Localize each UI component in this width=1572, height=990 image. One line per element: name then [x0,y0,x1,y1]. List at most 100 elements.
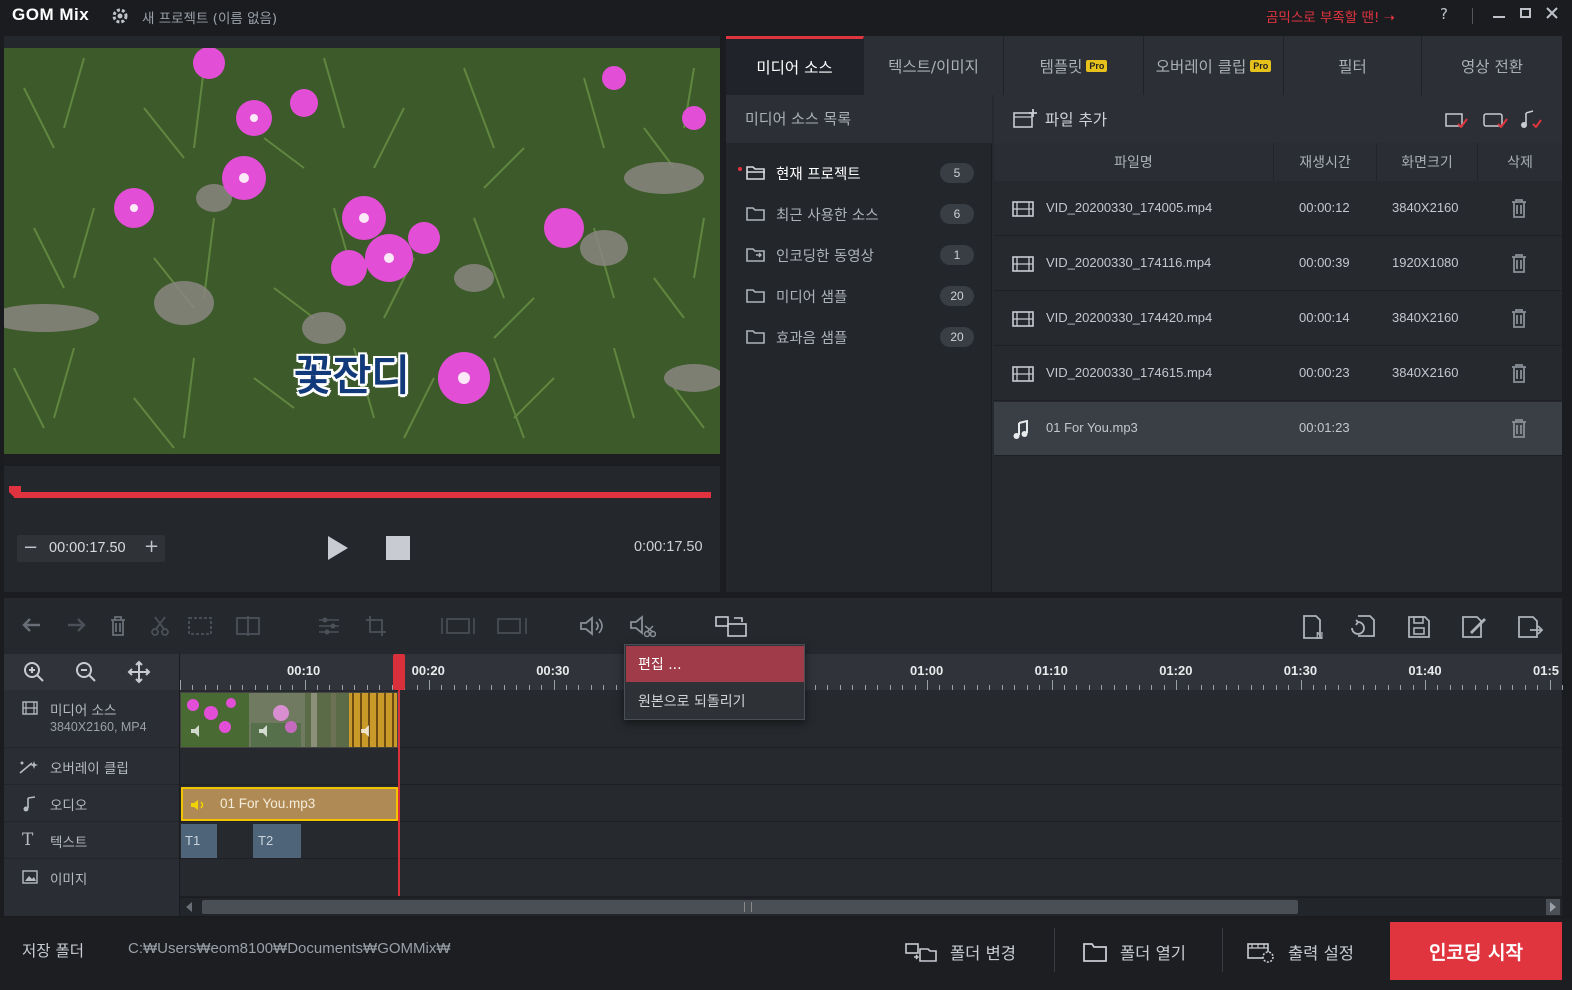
export-project-icon[interactable] [1516,614,1544,640]
column-filename[interactable]: 파일명 [994,143,1274,181]
file-row[interactable]: VID_20200330_174116.mp4 00:00:39 1920X1080 [994,237,1562,291]
menu-item-revert[interactable]: 원본으로 되돌리기 [626,683,804,719]
pro-badge: Pro [1086,59,1108,72]
scroll-left-icon[interactable] [184,901,194,913]
scroll-right-icon[interactable] [1546,899,1560,915]
track-overlay[interactable] [180,748,1562,785]
video-filter-icon[interactable] [1444,110,1468,130]
close-icon[interactable] [1544,5,1560,21]
maximize-icon[interactable] [1520,8,1531,18]
grip-icon [744,902,752,912]
file-duration: 00:00:23 [1299,365,1350,380]
column-duration[interactable]: 재생시간 [1274,143,1377,181]
adjust-icon[interactable] [316,614,342,638]
folder-current-project[interactable]: 현재 프로젝트 5 [740,157,980,189]
playhead[interactable] [398,654,400,896]
settings-gear-icon[interactable] [110,6,130,26]
promo-link[interactable]: 곰믹스로 부족할 땐! ➝ [1266,6,1395,26]
open-folder-button[interactable]: 폴더 열기 [1082,936,1186,968]
file-row[interactable]: VID_20200330_174005.mp4 00:00:12 3840X2160 [994,182,1562,236]
track-image[interactable] [180,859,1562,897]
tab-text-image[interactable]: 텍스트/이미지 [864,36,1004,95]
crop-icon[interactable] [364,614,390,638]
ruler-tick [927,680,928,690]
text-clip-t1[interactable]: T1 [181,824,217,858]
current-time[interactable]: 00:00:17.50 [49,540,126,556]
cut-icon[interactable] [148,614,172,638]
tab-label: 템플릿 [1039,57,1083,76]
file-name: VID_20200330_174615.mp4 [1046,365,1213,380]
column-resolution[interactable]: 화면크기 [1377,143,1478,181]
project-title: 새 프로젝트 (이름 없음) [142,11,278,27]
timeline-ruler[interactable]: 00:1000:2000:305001:0001:1001:2001:3001:… [180,654,1563,690]
video-file-icon [1012,310,1034,328]
track-label-audio: 오디오 [4,785,179,822]
trash-icon[interactable] [1510,363,1528,383]
track-text[interactable] [180,822,1562,859]
help-button[interactable]: ? [1440,5,1448,23]
film-icon [22,701,38,715]
trash-icon[interactable] [1510,308,1528,328]
folder-encoded-videos[interactable]: 인코딩한 동영상 1 [740,239,980,271]
media-clip-strip[interactable] [180,692,398,748]
seek-handle[interactable] [8,485,22,499]
save-as-icon[interactable] [1460,614,1488,640]
audio-edit-icon[interactable] [628,614,656,640]
trash-icon[interactable] [1510,198,1528,218]
add-file-button[interactable]: 파일 추가 [1045,108,1107,130]
delete-icon[interactable] [106,614,130,638]
time-minus-button[interactable]: − [23,537,38,558]
tab-template[interactable]: 템플릿 Pro [1004,36,1144,95]
zoom-in-icon[interactable] [22,660,46,684]
split-icon[interactable] [234,614,266,638]
encode-start-button[interactable]: 인코딩 시작 [1390,922,1562,980]
folder-label: 효과음 샘플 [776,331,848,347]
ruler-label: 01:20 [1159,663,1193,678]
file-row[interactable]: VID_20200330_174420.mp4 00:00:14 3840X2160 [994,292,1562,346]
video-file-icon [1012,255,1034,273]
ruler-label: 01:00 [910,663,944,678]
image-filter-icon[interactable] [1482,110,1508,130]
text-clip-t2[interactable]: T2 [253,824,301,858]
folder-label: 최근 사용한 소스 [776,208,879,224]
file-row[interactable]: 01 For You.mp3 00:01:23 [994,402,1562,456]
output-settings-button[interactable]: 출력 설정 [1246,936,1354,968]
tab-filter[interactable]: 필터 [1284,36,1422,95]
tab-media-source[interactable]: 미디어 소스 [726,36,864,95]
track-label: 텍스트 [50,835,88,851]
folder-media-samples[interactable]: 미디어 샘플 20 [740,280,980,312]
undo-icon[interactable] [20,614,44,638]
folder-recent-sources[interactable]: 최근 사용한 소스 6 [740,198,980,230]
time-plus-button[interactable]: + [144,536,159,557]
volume-icon[interactable] [578,614,606,638]
replace-clip-icon[interactable] [712,614,752,638]
stop-icon[interactable] [386,536,410,560]
fit-timeline-icon[interactable] [127,660,151,684]
change-folder-button[interactable]: 폴더 변경 [904,936,1016,968]
add-file-icon[interactable] [1012,108,1038,130]
tab-transition[interactable]: 영상 전환 [1422,36,1562,95]
audio-clip[interactable]: 01 For You.mp3 [181,787,398,821]
seek-bar[interactable] [14,492,711,498]
folder-sound-samples[interactable]: 효과음 샘플 20 [740,321,980,353]
open-project-icon[interactable] [1350,614,1378,640]
audio-filter-icon[interactable] [1520,110,1542,130]
tab-overlay-clip[interactable]: 오버레이 클립 Pro [1144,36,1284,95]
zoom-out-icon[interactable] [74,660,98,684]
preview-divider [4,454,720,466]
save-project-icon[interactable] [1406,614,1432,640]
select-range-icon[interactable] [186,614,218,638]
new-project-icon[interactable]: N [1300,614,1328,640]
redo-icon[interactable] [64,614,88,638]
trash-icon[interactable] [1510,418,1528,438]
image-frame-icon[interactable] [440,614,476,638]
trash-icon[interactable] [1510,253,1528,273]
music-note-icon [22,796,38,812]
time-stepper[interactable]: − 00:00:17.50 + [17,535,165,562]
menu-item-edit[interactable]: 편집 ... [626,646,804,682]
play-icon[interactable] [326,534,350,562]
snapshot-icon[interactable] [494,614,530,638]
minimize-icon[interactable] [1493,16,1505,18]
playhead-handle[interactable] [393,654,405,690]
file-row[interactable]: VID_20200330_174615.mp4 00:00:23 3840X2160 [994,347,1562,401]
